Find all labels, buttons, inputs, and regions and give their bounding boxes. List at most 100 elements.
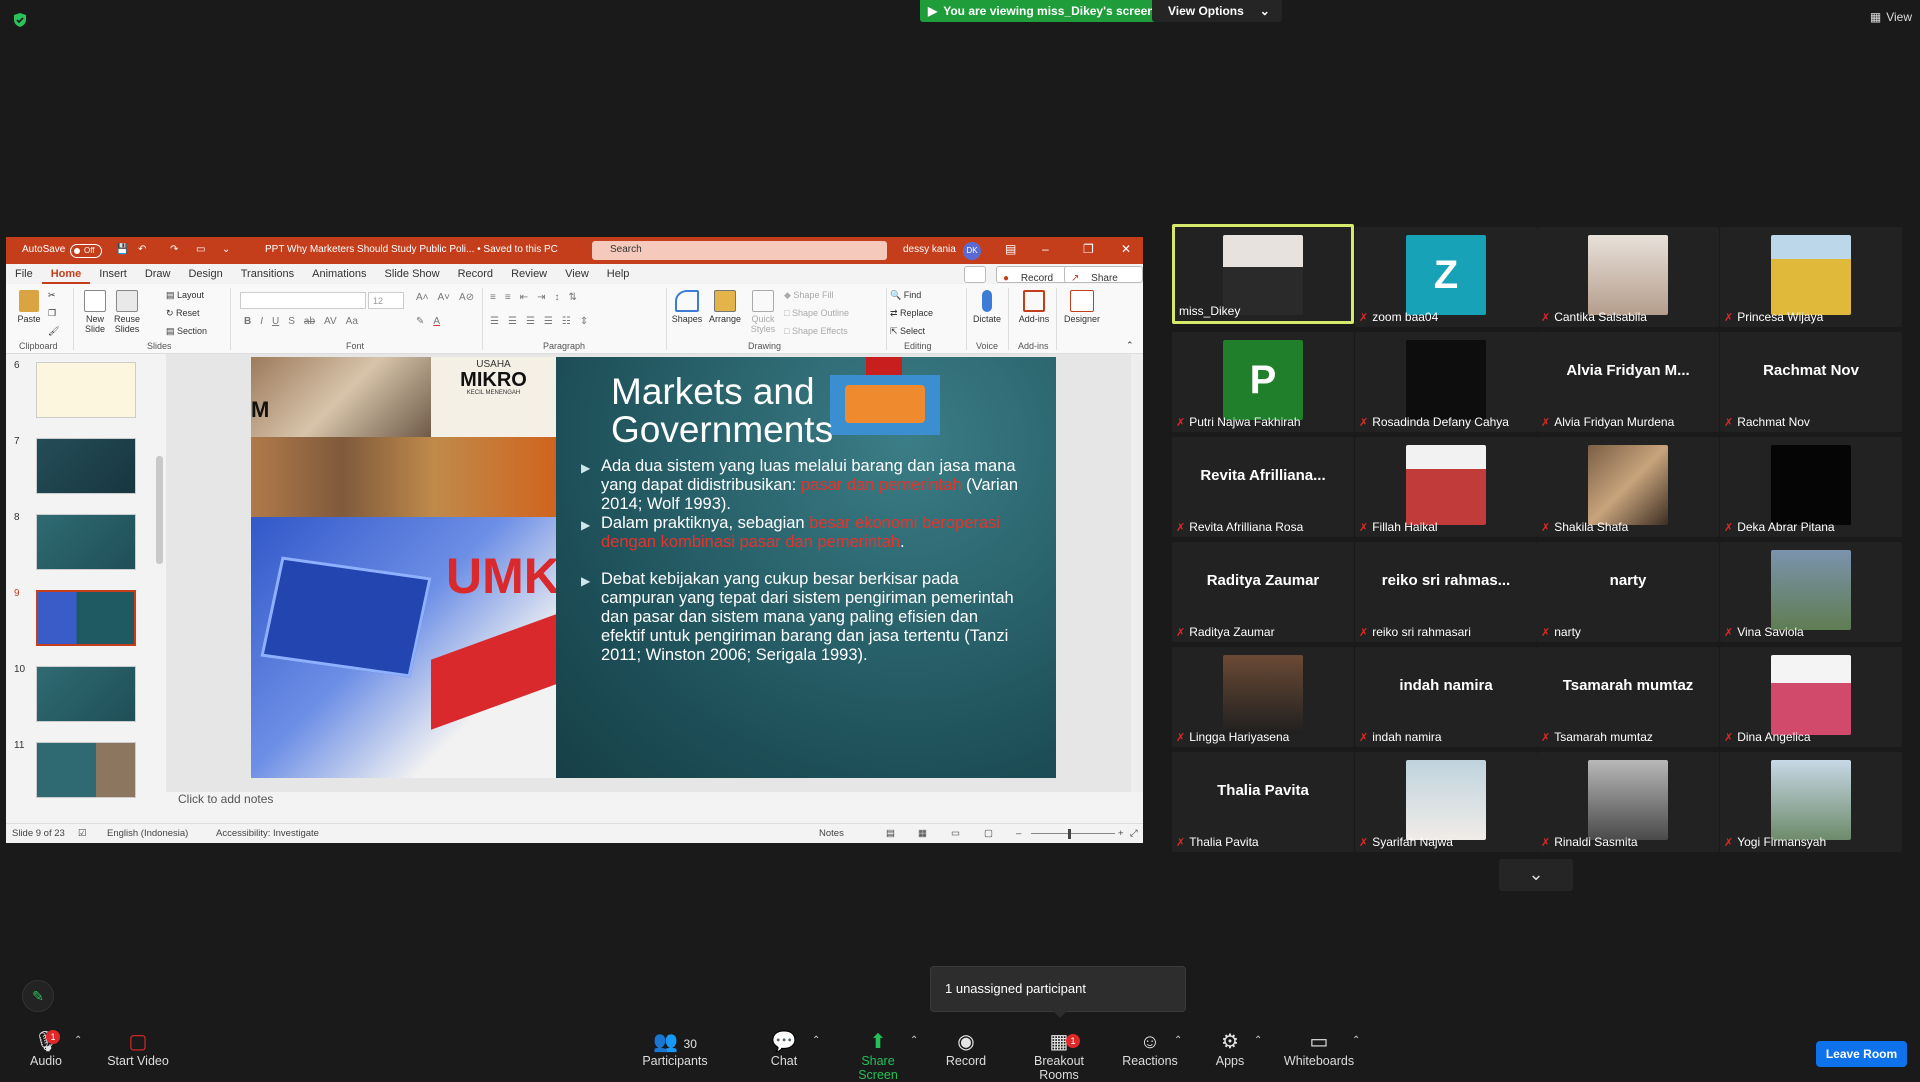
- participants-button[interactable]: 👥 30 Participants: [640, 1030, 710, 1068]
- participant-tile[interactable]: ✗ Deka Abrar Pitana: [1720, 437, 1902, 537]
- participant-tile[interactable]: narty ✗ narty: [1537, 542, 1719, 642]
- gallery-next-page-button[interactable]: ⌄: [1499, 859, 1573, 891]
- line-spacing-icon[interactable]: ↕: [554, 292, 559, 303]
- normal-view-icon[interactable]: ▤: [886, 828, 895, 839]
- decrease-font-icon[interactable]: A˅: [438, 292, 451, 303]
- participant-tile[interactable]: Alvia Fridyan M... ✗ Alvia Fridyan Murden…: [1537, 332, 1719, 432]
- participant-tile[interactable]: ✗ Dina Angelica: [1720, 647, 1902, 747]
- annotate-button[interactable]: ✎: [22, 980, 54, 1012]
- participant-tile[interactable]: ✗ Fillah Haikal: [1355, 437, 1537, 537]
- slideshow-icon[interactable]: ▢: [984, 828, 993, 839]
- participant-tile[interactable]: ✗ Syarifah Najwa: [1355, 752, 1537, 852]
- tab-file[interactable]: File: [6, 264, 42, 284]
- view-options-button[interactable]: View Options ⌄: [1152, 0, 1282, 22]
- columns-icon[interactable]: ☷: [562, 316, 571, 327]
- undo-icon[interactable]: ↶: [138, 244, 146, 255]
- find-button[interactable]: 🔍 Find: [890, 290, 921, 300]
- justify-icon[interactable]: ☰: [544, 316, 553, 327]
- participant-tile[interactable]: ✗ Rinaldi Sasmita: [1537, 752, 1719, 852]
- align-center-icon[interactable]: ☰: [508, 316, 517, 327]
- char-spacing-icon[interactable]: AV: [324, 316, 337, 327]
- shape-outline-button[interactable]: □ Shape Outline: [784, 308, 849, 318]
- collapse-ribbon-icon[interactable]: ⌃: [1126, 340, 1134, 350]
- start-video-button[interactable]: ▢ Start Video: [106, 1030, 170, 1068]
- reading-view-icon[interactable]: ▭: [951, 828, 960, 839]
- strikethrough-icon[interactable]: ab: [304, 316, 315, 327]
- numbering-icon[interactable]: ≡: [505, 292, 511, 303]
- accessibility-status[interactable]: Accessibility: Investigate: [216, 828, 319, 839]
- spell-check-icon[interactable]: ☑: [78, 828, 87, 839]
- slide-thumbnail[interactable]: [36, 666, 136, 722]
- leave-room-button[interactable]: Leave Room: [1816, 1041, 1907, 1067]
- whiteboards-options-caret-icon[interactable]: ⌃: [1352, 1035, 1360, 1046]
- share-screen-button[interactable]: ⬆ Share Screen: [840, 1030, 916, 1082]
- participant-tile[interactable]: ✗ Lingga Hariyasena: [1172, 647, 1354, 747]
- participant-tile[interactable]: reiko sri rahmas... ✗ reiko sri rahmasari: [1355, 542, 1537, 642]
- section-button[interactable]: ▤ Section: [166, 326, 207, 336]
- participant-tile[interactable]: Z ✗ zoom baa04: [1355, 227, 1537, 327]
- participant-tile[interactable]: Tsamarah mumtaz ✗ Tsamarah mumtaz: [1537, 647, 1719, 747]
- align-left-icon[interactable]: ☰: [490, 316, 499, 327]
- zoom-slider[interactable]: [1031, 833, 1115, 834]
- select-button[interactable]: ⇱ Select: [890, 326, 925, 336]
- view-layout-button[interactable]: ▦ View: [1870, 10, 1912, 24]
- slide-scrollbar[interactable]: [1131, 354, 1143, 792]
- search-box[interactable]: Search: [592, 241, 887, 260]
- participant-tile[interactable]: ✗ Rosadinda Defany Cahya: [1355, 332, 1537, 432]
- record-button[interactable]: ◉ Record: [944, 1030, 988, 1068]
- participant-tile[interactable]: Rachmat Nov ✗ Rachmat Nov: [1720, 332, 1902, 432]
- customize-qat-icon[interactable]: ⌄: [222, 244, 230, 255]
- arrange-button[interactable]: Arrange: [706, 290, 744, 324]
- reset-button[interactable]: ↻ Reset: [166, 308, 200, 318]
- participant-tile[interactable]: ✗ Princesa Wijaya: [1720, 227, 1902, 327]
- close-icon[interactable]: ✕: [1121, 242, 1131, 256]
- reactions-options-caret-icon[interactable]: ⌃: [1174, 1035, 1182, 1046]
- font-color-icon[interactable]: A: [433, 316, 440, 327]
- participant-tile[interactable]: Raditya Zaumar ✗ Raditya Zaumar: [1172, 542, 1354, 642]
- italic-icon[interactable]: I: [260, 316, 263, 327]
- tab-draw[interactable]: Draw: [136, 264, 180, 284]
- user-avatar[interactable]: DK: [963, 242, 981, 260]
- clear-format-icon[interactable]: A⊘: [459, 292, 474, 303]
- highlight-icon[interactable]: ✎: [416, 316, 424, 327]
- slide-thumbnail[interactable]: [36, 362, 136, 418]
- minimize-icon[interactable]: –: [1042, 242, 1049, 256]
- zoom-in-icon[interactable]: +: [1118, 828, 1124, 839]
- share-options-caret-icon[interactable]: ⌃: [910, 1035, 918, 1046]
- user-name[interactable]: dessy kania: [903, 244, 956, 255]
- participant-tile[interactable]: ✗ Vina Saviola: [1720, 542, 1902, 642]
- apps-options-caret-icon[interactable]: ⌃: [1254, 1035, 1262, 1046]
- participant-tile[interactable]: ✗ Cantika Salsabila: [1537, 227, 1719, 327]
- indent-dec-icon[interactable]: ⇤: [520, 292, 528, 303]
- record-button[interactable]: ● Record: [996, 266, 1070, 284]
- thumbnail-scrollbar[interactable]: [154, 360, 166, 788]
- apps-button[interactable]: ⚙ Apps: [1212, 1030, 1248, 1068]
- reuse-slides-button[interactable]: Reuse Slides: [112, 290, 142, 334]
- slide-thumbnail[interactable]: [36, 514, 136, 570]
- whiteboards-button[interactable]: ▭ Whiteboards: [1282, 1030, 1356, 1068]
- slide-sorter-icon[interactable]: ▦: [918, 828, 927, 839]
- shape-fill-button[interactable]: ◆ Shape Fill: [784, 290, 833, 300]
- slide-canvas[interactable]: USAHA MIKRO KECIL MENENGAH M UMK Markets…: [251, 357, 1056, 778]
- tab-record[interactable]: Record: [449, 264, 502, 284]
- format-painter-icon[interactable]: 🖌: [48, 326, 59, 336]
- quick-styles-button[interactable]: Quick Styles: [746, 290, 780, 334]
- tab-insert[interactable]: Insert: [90, 264, 136, 284]
- font-family-select[interactable]: [240, 292, 366, 309]
- slide-thumbnail-selected[interactable]: [34, 588, 138, 648]
- tab-review[interactable]: Review: [502, 264, 556, 284]
- notes-toggle[interactable]: Notes: [819, 828, 844, 839]
- save-icon[interactable]: 💾: [116, 244, 128, 255]
- restore-icon[interactable]: ❐: [1083, 242, 1094, 256]
- redo-icon[interactable]: ↷: [170, 244, 178, 255]
- tab-design[interactable]: Design: [179, 264, 231, 284]
- participant-tile[interactable]: Revita Afrilliana... ✗ Revita Afrilliana …: [1172, 437, 1354, 537]
- ribbon-display-icon[interactable]: ▤: [1005, 242, 1016, 256]
- designer-button[interactable]: Designer: [1060, 290, 1104, 324]
- addins-button[interactable]: Add-ins: [1016, 290, 1052, 324]
- slide-thumbnail[interactable]: [36, 742, 136, 798]
- participant-tile[interactable]: miss_Dikey: [1172, 224, 1354, 324]
- tab-home[interactable]: Home: [41, 264, 91, 284]
- change-case-icon[interactable]: Aa: [346, 316, 358, 327]
- fit-slide-icon[interactable]: ⤢: [1130, 828, 1138, 839]
